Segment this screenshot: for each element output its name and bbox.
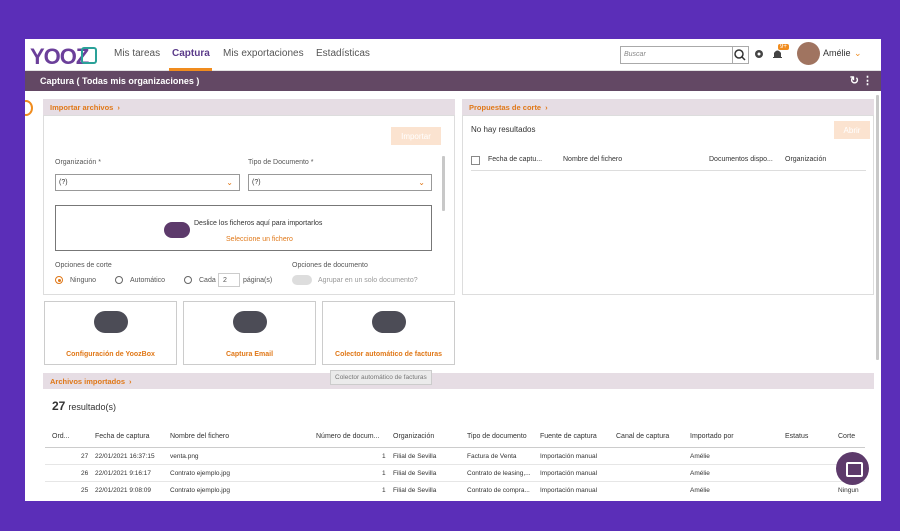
tooltip: Colector automático de facturas (330, 370, 432, 385)
propuestas-panel: No hay resultados Abrir Fecha de captu..… (462, 115, 874, 295)
cada-stepper[interactable]: 2 (218, 273, 240, 287)
page-title-bar: Captura ( Todas mis organizaciones ) ↻ ⋮ (25, 71, 881, 91)
tile-label: Configuración de YoozBox (66, 351, 155, 358)
importar-button[interactable]: Importar (391, 127, 441, 145)
scrollbar[interactable] (442, 156, 445, 211)
col-nombre[interactable]: Nombre del fichero (170, 433, 229, 440)
page-title: Captura ( Todas mis organizaciones ) (40, 76, 200, 86)
col-tipo[interactable]: Tipo de documento (467, 433, 527, 440)
radio-ninguno-label: Ninguno (70, 277, 97, 284)
yooz-logo: YOOZ (30, 44, 89, 69)
tipo-select[interactable]: (?) ⌄ (248, 174, 432, 191)
cloud-printer-icon (93, 311, 128, 333)
org-label: Organización * (55, 159, 101, 166)
tipo-label: Tipo de Documento * (248, 159, 314, 166)
search-button[interactable] (733, 46, 749, 64)
tile-label: Colector automático de facturas (335, 351, 442, 358)
corte-label: Opciones de corte (55, 262, 112, 269)
upload-cloud-icon (164, 222, 190, 238)
radio-ninguno[interactable] (55, 276, 63, 284)
tile-email[interactable]: Captura Email (183, 301, 316, 365)
radio-cada[interactable] (184, 276, 192, 284)
propuestas-header[interactable]: Propuestas de corte › (462, 99, 874, 115)
select-all-checkbox[interactable] (471, 156, 480, 165)
col-estatus[interactable]: Estatus (785, 433, 808, 440)
col-organizacion[interactable]: Organización (785, 156, 826, 163)
cloud-email-icon (232, 311, 267, 333)
logo-icon (81, 47, 97, 64)
nav-captura[interactable]: Captura (172, 48, 210, 59)
radio-automatico-label: Automático (130, 277, 166, 284)
agrupar-label: Agrupar en un solo documento? (318, 277, 418, 284)
drop-text: Deslice los ficheros aquí para importarl… (194, 220, 323, 227)
avatar[interactable] (797, 42, 820, 65)
col-orden[interactable]: Ord... (52, 433, 70, 440)
nav-estadisticas[interactable]: Estadísticas (316, 48, 370, 59)
chevron-down-icon: ⌄ (226, 178, 233, 187)
sidebar-toggle-button[interactable] (25, 100, 33, 116)
tile-colector[interactable]: Colector automático de facturas (322, 301, 455, 365)
col-documentos[interactable]: Documentos dispo... (709, 156, 773, 163)
agrupar-toggle[interactable] (292, 275, 312, 285)
page-scrollbar[interactable] (876, 95, 879, 360)
col-fecha[interactable]: Fecha de captura (95, 433, 149, 440)
funnel-cloud-icon (371, 311, 406, 333)
col-fecha[interactable]: Fecha de captu... (488, 156, 542, 163)
notification-badge: 9+ (778, 44, 789, 50)
org-select[interactable]: (?) ⌄ (55, 174, 240, 191)
drop-zone[interactable]: Deslice los ficheros aquí para importarl… (55, 205, 432, 251)
user-name[interactable]: Amélie (823, 48, 851, 58)
paginas-label: página(s) (243, 277, 273, 284)
nav-mis-tareas[interactable]: Mis tareas (114, 48, 160, 59)
more-icon[interactable]: ⋮ (862, 75, 873, 87)
col-fuente[interactable]: Fuente de captura (540, 433, 597, 440)
importar-header[interactable]: Importar archivos › (43, 99, 455, 115)
propuestas-table-header: Fecha de captu... Nombre del fichero Doc… (471, 151, 866, 171)
radio-automatico[interactable] (115, 276, 123, 284)
tile-label: Captura Email (225, 351, 274, 358)
app-window: YOOZ Mis tareas Captura Mis exportacione… (25, 39, 881, 501)
col-organizacion[interactable]: Organización (393, 433, 434, 440)
result-count: 27 resultado(s) (52, 399, 116, 413)
col-nombre[interactable]: Nombre del fichero (563, 156, 622, 163)
doc-label: Opciones de documento (292, 262, 368, 269)
chevron-down-icon: ⌄ (418, 178, 425, 187)
select-file-link[interactable]: Seleccione un fichero (226, 236, 293, 243)
col-importado[interactable]: Importado por (690, 433, 734, 440)
search-input[interactable]: Buscar (620, 46, 733, 64)
col-corte[interactable]: Corte (838, 433, 855, 440)
gear-icon[interactable] (753, 48, 765, 60)
nav-mis-exportaciones[interactable]: Mis exportaciones (223, 48, 304, 59)
search-icon (734, 49, 746, 61)
chevron-down-icon[interactable]: ⌄ (854, 48, 862, 59)
radio-cada-label: Cada (199, 277, 216, 284)
header-divider (45, 447, 865, 448)
archivos-header[interactable]: Archivos importados › (43, 373, 874, 389)
abrir-button[interactable]: Abrir (834, 121, 870, 139)
top-navbar: YOOZ Mis tareas Captura Mis exportacione… (25, 39, 881, 71)
refresh-icon[interactable]: ↻ (850, 75, 859, 87)
chat-button[interactable] (836, 452, 869, 485)
col-numero[interactable]: Número de docum... (316, 433, 379, 440)
tile-yoozbox[interactable]: Configuración de YoozBox (44, 301, 177, 365)
col-canal[interactable]: Canal de captura (616, 433, 669, 440)
importar-panel: Importar Organización * (?) ⌄ Tipo de Doc… (43, 115, 455, 295)
no-results-text: No hay resultados (471, 125, 536, 134)
